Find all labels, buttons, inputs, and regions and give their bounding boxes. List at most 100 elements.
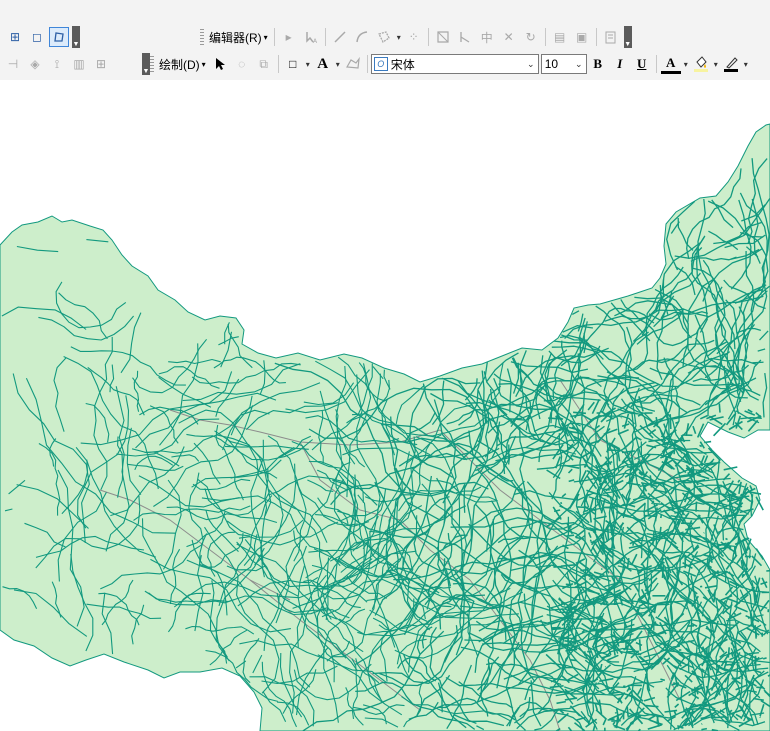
points-icon[interactable]: ⁘ xyxy=(404,27,424,47)
separator xyxy=(595,28,597,46)
font-name-combo[interactable]: O 宋体 ⌄ xyxy=(370,54,539,74)
edit-annotation-icon[interactable]: A xyxy=(301,27,321,47)
toolbar-row-1: ⊞ ◻ ▼ 编辑器(R) ▾ ▸ A ▾ ⁘ 中 ✕ ↻ ▤ ▣ ▼ xyxy=(0,25,770,49)
chevron-down-icon[interactable]: ⌄ xyxy=(572,59,586,70)
split-icon[interactable] xyxy=(455,27,475,47)
topology-toolbar: ⊣ ◈ ⟟ ▥ ⊞ ▼ xyxy=(2,52,150,76)
rotate-icon[interactable]: ✕ xyxy=(499,27,519,47)
toolbar-overflow-button[interactable]: ▼ xyxy=(72,26,80,48)
road-line xyxy=(605,591,613,594)
edit-vertices-graphic-icon[interactable] xyxy=(343,54,363,74)
road-line xyxy=(559,501,563,505)
topology-select-icon[interactable]: ◈ xyxy=(25,54,45,74)
road-line xyxy=(718,403,721,413)
layout-toolbar: ⊞ ◻ ▼ xyxy=(4,25,80,49)
road-line xyxy=(590,450,593,456)
attributes-icon[interactable]: ▤ xyxy=(550,27,570,47)
chevron-down-icon[interactable]: ▾ xyxy=(336,60,340,69)
road-line xyxy=(626,465,634,469)
sketch-properties-icon[interactable]: ▣ xyxy=(572,27,592,47)
separator xyxy=(655,55,657,73)
draw-menu[interactable]: 绘制(D) ▾ xyxy=(156,56,209,73)
editor-toolbar: 编辑器(R) ▾ ▸ A ▾ ⁘ 中 ✕ ↻ ▤ ▣ ▼ xyxy=(198,25,632,49)
road-line xyxy=(691,708,694,717)
draw-toolbar: 绘制(D) ▾ ◌ ⧉ □ ▾ A ▾ O 宋体 ⌄ 10 ⌄ B I U A … xyxy=(148,52,750,76)
rotate-element-icon[interactable]: ◌ xyxy=(232,54,252,74)
font-name-value: 宋体 xyxy=(390,57,415,72)
topology-align-icon[interactable]: ⊞ xyxy=(91,54,111,74)
road-line xyxy=(551,627,566,631)
text-tool-icon[interactable]: A xyxy=(313,54,333,74)
road-line xyxy=(759,716,761,719)
road-line xyxy=(592,530,597,534)
road-line xyxy=(725,537,728,541)
road-line xyxy=(590,601,594,605)
map-svg xyxy=(0,123,770,731)
road-line xyxy=(570,659,577,662)
line-color-icon[interactable] xyxy=(721,54,741,74)
topology-modify-icon[interactable]: ▥ xyxy=(69,54,89,74)
topology-edit-icon[interactable]: ⊣ xyxy=(3,54,23,74)
straight-segment-icon[interactable] xyxy=(330,27,350,47)
separator xyxy=(273,28,275,46)
road-line xyxy=(752,361,764,364)
font-size-combo[interactable]: 10 ⌄ xyxy=(540,54,587,74)
editor-menu-label: 编辑器(R) xyxy=(209,30,262,45)
separator xyxy=(366,55,368,73)
font-color-button[interactable]: A xyxy=(660,55,681,74)
road-line xyxy=(626,706,629,717)
chevron-down-icon[interactable]: ▾ xyxy=(744,60,748,69)
road-line xyxy=(558,637,569,640)
road-line xyxy=(566,534,575,537)
road-line xyxy=(701,727,708,731)
road-line xyxy=(728,545,732,551)
font-icon: O xyxy=(373,57,388,71)
grid-icon[interactable]: ⊞ xyxy=(5,27,25,47)
separator xyxy=(544,28,546,46)
road-line xyxy=(766,569,770,572)
create-features-icon[interactable] xyxy=(601,27,621,47)
road-line xyxy=(582,511,585,515)
chevron-down-icon: ▾ xyxy=(263,32,268,42)
toolbar-grip[interactable] xyxy=(150,56,154,72)
arc-icon[interactable] xyxy=(352,27,372,47)
road-line xyxy=(660,513,663,519)
toolbar-grip[interactable] xyxy=(200,29,204,45)
chevron-down-icon[interactable]: ▾ xyxy=(714,60,718,69)
road-line xyxy=(639,494,646,498)
topology-reshape-icon[interactable]: ⟟ xyxy=(47,54,67,74)
road-line xyxy=(660,561,665,564)
road-line xyxy=(606,526,610,541)
road-line xyxy=(656,715,659,722)
chevron-down-icon[interactable]: ▾ xyxy=(684,60,688,69)
polygon-tool-icon[interactable] xyxy=(374,27,394,47)
road-line xyxy=(700,723,703,725)
edit-vertices-icon[interactable] xyxy=(49,27,69,47)
square-icon[interactable]: ◻ xyxy=(27,27,47,47)
italic-button[interactable]: I xyxy=(610,54,630,74)
rectangle-icon[interactable]: □ xyxy=(283,54,303,74)
road-line xyxy=(699,444,703,448)
road-line xyxy=(567,446,570,450)
road-line xyxy=(586,493,591,496)
chevron-down-icon[interactable]: ▾ xyxy=(397,33,401,42)
play-icon[interactable]: ▸ xyxy=(279,27,299,47)
road-line xyxy=(725,663,736,666)
select-pointer-icon[interactable] xyxy=(210,54,230,74)
zoom-element-icon[interactable]: ⧉ xyxy=(254,54,274,74)
editor-menu[interactable]: 编辑器(R) ▾ xyxy=(206,29,271,46)
chevron-down-icon[interactable]: ▾ xyxy=(306,60,310,69)
toolbar-overflow-button[interactable]: ▼ xyxy=(623,26,632,48)
road-line xyxy=(731,677,741,680)
road-line xyxy=(589,539,592,542)
road-line xyxy=(606,449,620,452)
reshape-icon[interactable] xyxy=(433,27,453,47)
chevron-down-icon[interactable]: ⌄ xyxy=(524,59,538,70)
map-canvas[interactable] xyxy=(0,80,770,731)
bold-button[interactable]: B xyxy=(588,54,608,74)
road-line xyxy=(583,509,589,513)
cut-polygon-icon[interactable]: 中 xyxy=(477,27,497,47)
rotate-tool-icon[interactable]: ↻ xyxy=(521,27,541,47)
underline-button[interactable]: U xyxy=(632,54,652,74)
fill-color-icon[interactable] xyxy=(691,54,711,74)
